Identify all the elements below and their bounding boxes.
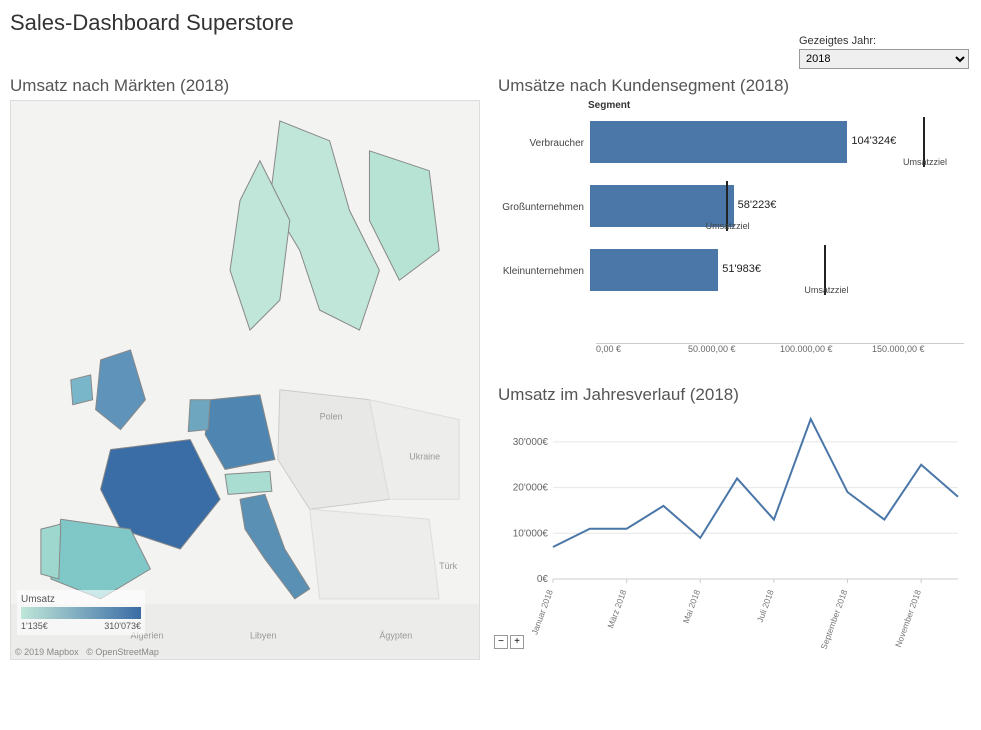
segment-name: Kleinunternehmen [498, 266, 590, 277]
svg-text:Ägypten: Ägypten [379, 631, 412, 641]
segment-row[interactable]: Großunternehmen 58'223€ Umsatzziel [498, 175, 968, 239]
svg-text:Türk: Türk [439, 561, 457, 571]
zoom-out-button[interactable]: − [494, 635, 508, 649]
svg-text:Januar 2018: Januar 2018 [529, 588, 555, 636]
zoom-in-button[interactable]: + [510, 635, 524, 649]
segment-axis: 0,00 €50.000,00 €100.000,00 €150.000,00 … [596, 343, 964, 361]
svg-text:März 2018: März 2018 [605, 588, 628, 629]
map-panel: Umsatz nach Märkten (2018) [10, 76, 490, 660]
map-legend: Umsatz 1'135€ 310'073€ [17, 590, 145, 635]
attrib-osm[interactable]: © OpenStreetMap [86, 647, 159, 657]
trend-chart[interactable]: 0€ 10'000€ 20'000€ 30'000€ Januar 2018 März 2… [498, 409, 968, 649]
year-picker: Gezeigtes Jahr: 2018 [799, 35, 969, 69]
svg-text:Ukraine: Ukraine [409, 451, 440, 461]
segment-value: 58'223€ [738, 199, 777, 211]
svg-text:20'000€: 20'000€ [513, 483, 549, 494]
year-picker-label: Gezeigtes Jahr: [799, 35, 969, 47]
segment-title: Umsätze nach Kundensegment (2018) [498, 76, 978, 96]
svg-text:30'000€: 30'000€ [513, 437, 549, 448]
trend-title: Umsatz im Jahresverlauf (2018) [498, 385, 978, 405]
segment-chart[interactable]: Verbraucher104'324€UmsatzzielGroßunterne… [498, 111, 968, 361]
segment-bar [590, 121, 847, 163]
svg-text:Mai 2018: Mai 2018 [681, 588, 702, 625]
svg-text:September 2018: September 2018 [819, 588, 850, 649]
map-title: Umsatz nach Märkten (2018) [10, 76, 490, 96]
map-legend-title: Umsatz [21, 594, 141, 605]
trend-line [553, 419, 958, 547]
page-title: Sales-Dashboard Superstore [10, 10, 971, 36]
svg-text:0€: 0€ [537, 574, 549, 585]
segment-value: 104'324€ [851, 135, 896, 147]
svg-text:Juli 2018: Juli 2018 [755, 588, 776, 624]
trend-panel: Umsatz im Jahresverlauf (2018) 0€ 10'000€… [498, 385, 978, 660]
map-legend-gradient [21, 607, 141, 619]
segment-row[interactable]: Kleinunternehmen 51'983€ Umsatzziel [498, 239, 968, 303]
map-svg: Polen Ukraine Türk Algerien Libyen Ägypt… [11, 101, 479, 659]
segment-bar [590, 249, 718, 291]
segment-panel: Umsätze nach Kundensegment (2018) Segmen… [498, 76, 978, 366]
map-legend-max: 310'073€ [104, 621, 141, 631]
map-chart[interactable]: Polen Ukraine Türk Algerien Libyen Ägypt… [10, 100, 480, 660]
attrib-mapbox[interactable]: © 2019 Mapbox [15, 647, 79, 657]
zoom-controls: − + [494, 635, 524, 649]
year-select[interactable]: 2018 [799, 49, 969, 69]
segment-name: Großunternehmen [498, 202, 590, 213]
target-label: Umsatzziel [903, 157, 947, 167]
map-legend-min: 1'135€ [21, 621, 48, 631]
map-attribution: © 2019 Mapbox © OpenStreetMap [15, 647, 159, 657]
svg-text:Libyen: Libyen [250, 631, 276, 641]
segment-name: Verbraucher [498, 138, 590, 149]
segment-header: Segment [498, 100, 978, 111]
svg-text:November 2018: November 2018 [893, 588, 923, 649]
target-label: Umsatzziel [804, 285, 848, 295]
svg-text:10'000€: 10'000€ [513, 528, 549, 539]
svg-text:Polen: Polen [320, 412, 343, 422]
segment-value: 51'983€ [722, 263, 761, 275]
target-label: Umsatzziel [706, 221, 750, 231]
segment-row[interactable]: Verbraucher 104'324€ Umsatzziel [498, 111, 968, 175]
